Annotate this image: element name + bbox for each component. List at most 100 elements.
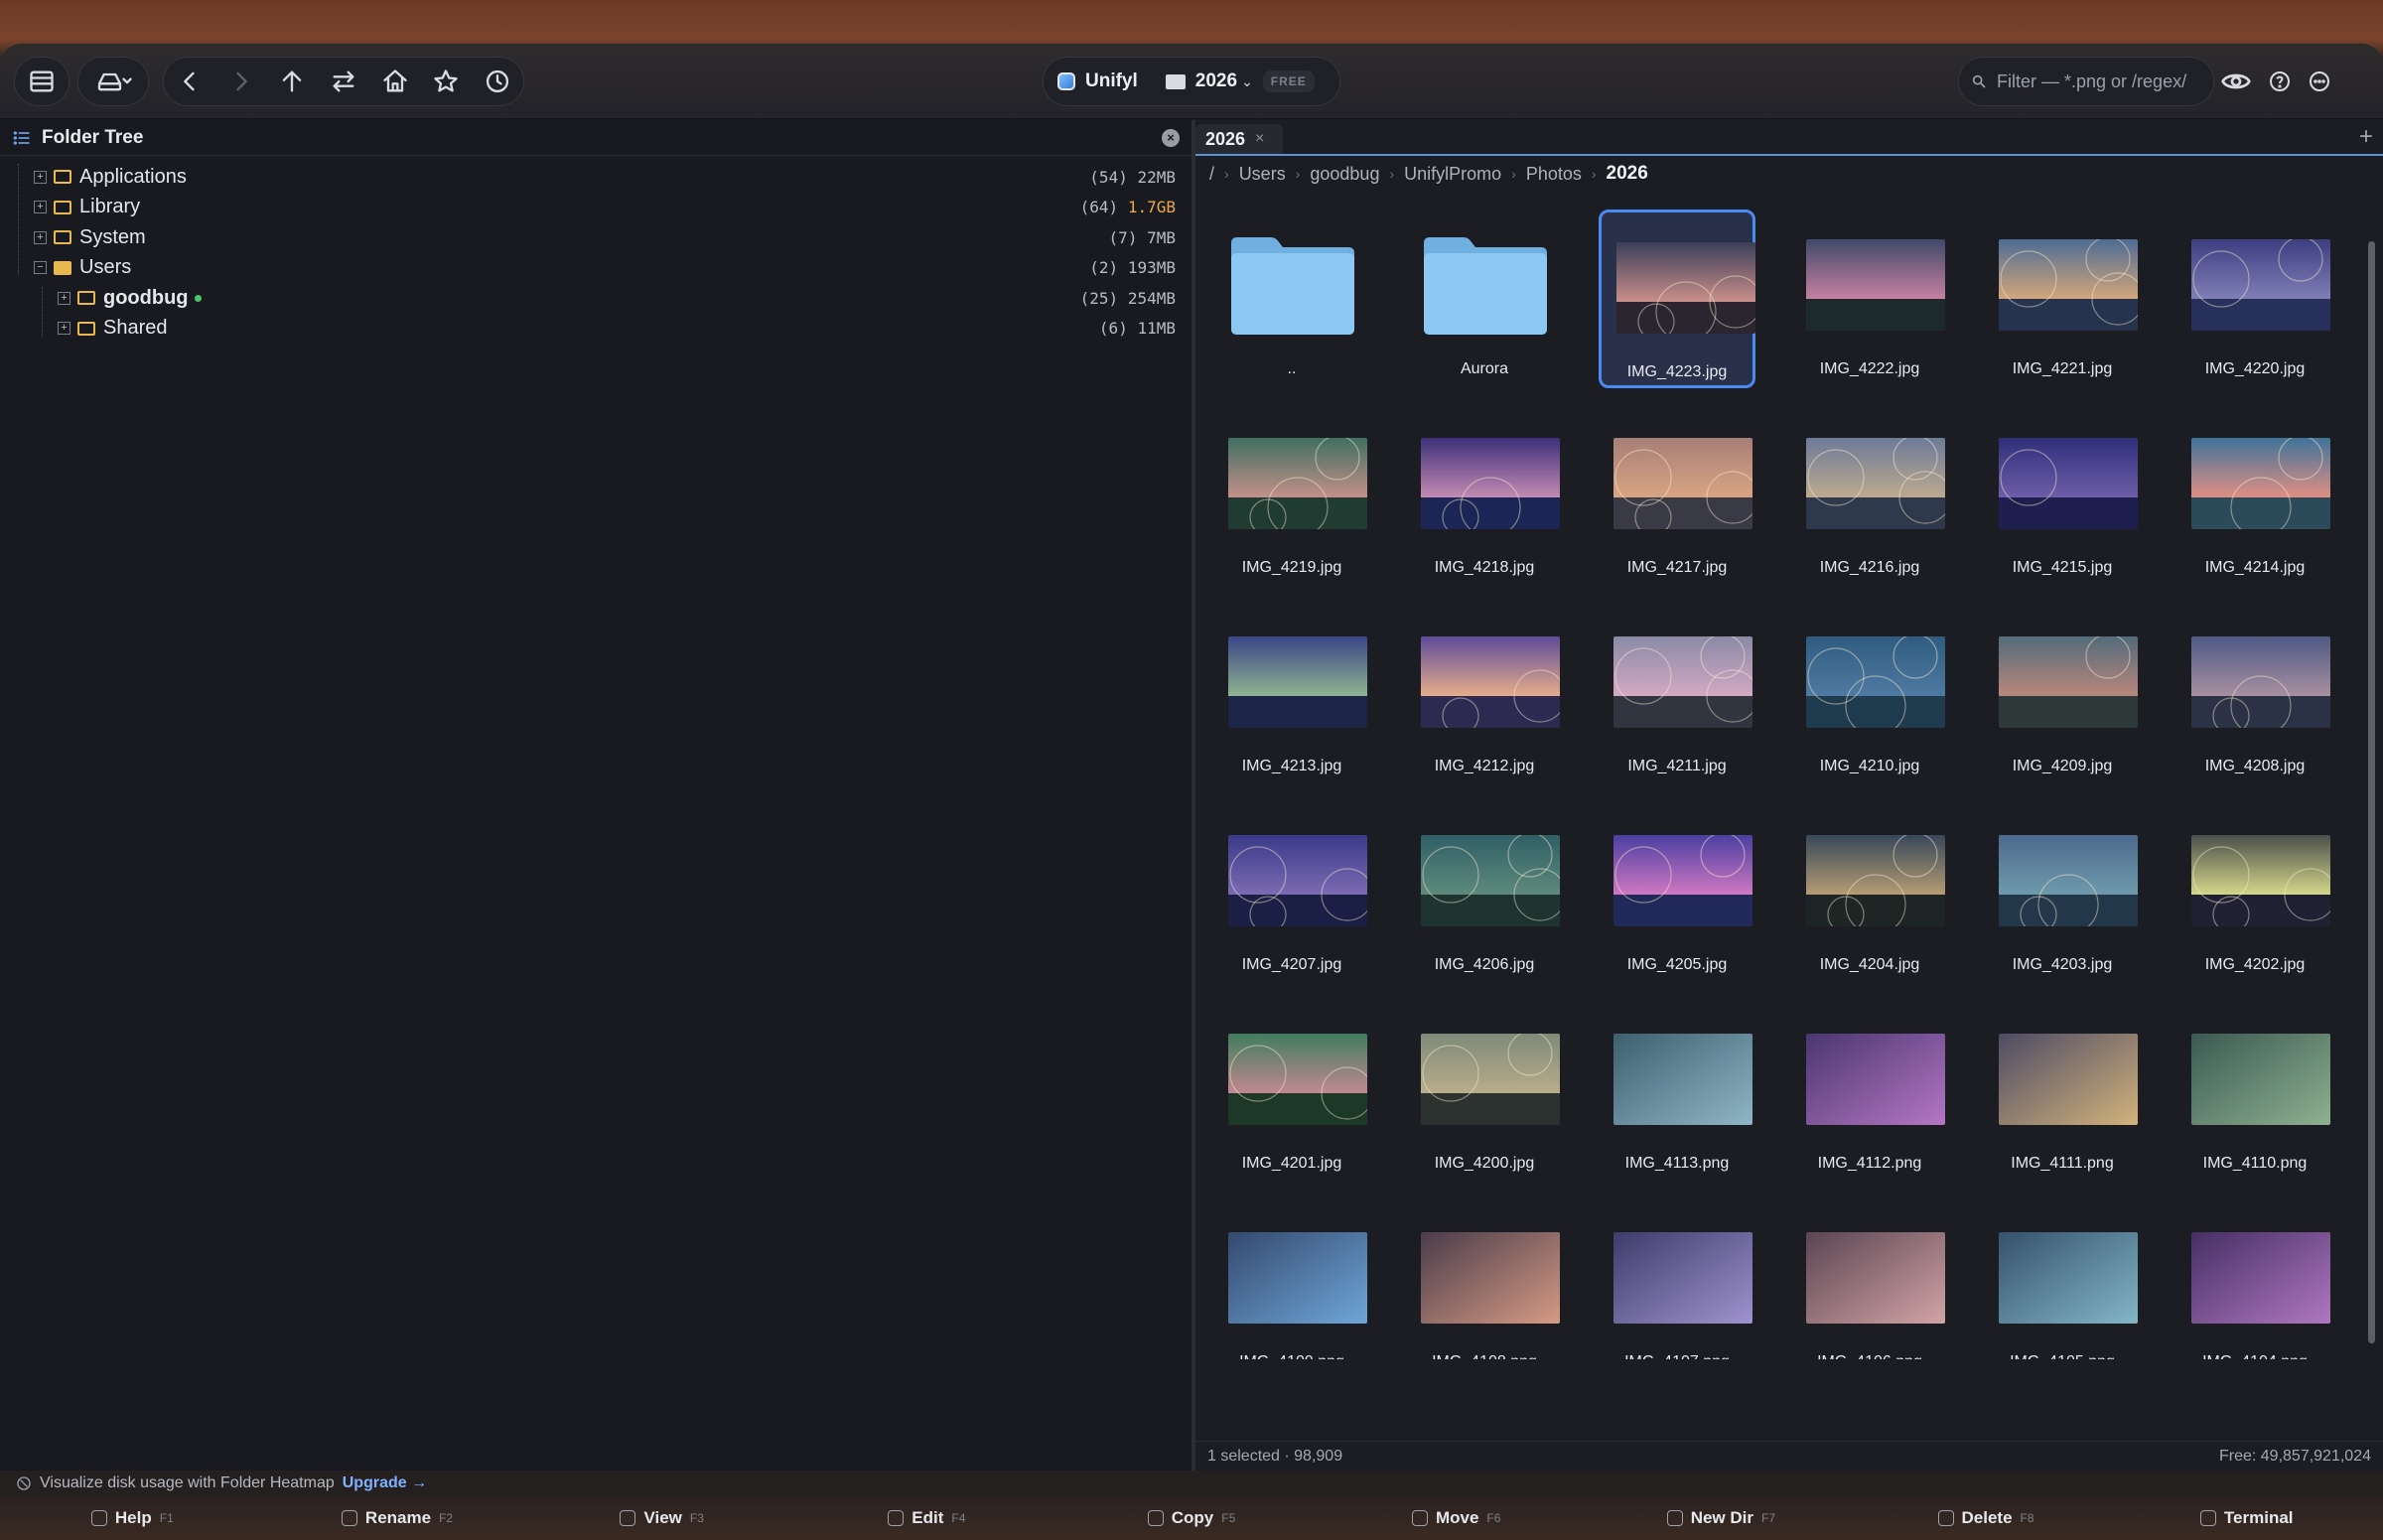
file-item[interactable]: IMG_4215.jpg	[1984, 408, 2141, 587]
file-item[interactable]: IMG_4214.jpg	[2176, 408, 2333, 587]
favorites-button[interactable]	[432, 57, 460, 106]
image-thumbnail	[1999, 835, 2138, 926]
fkey-edit-button[interactable]: Edit F4	[794, 1508, 1059, 1528]
breadcrumb-root[interactable]: /	[1209, 164, 1214, 185]
close-pane-button[interactable]: ×	[1162, 129, 1180, 147]
fkey-terminal-button[interactable]: Terminal	[2118, 1508, 2383, 1528]
close-tab-icon[interactable]: ×	[1255, 130, 1264, 148]
file-item[interactable]: IMG_4105.png	[1984, 1202, 2141, 1359]
file-item[interactable]: IMG_4109.png	[1213, 1202, 1370, 1359]
expand-toggle[interactable]: +	[34, 201, 47, 214]
file-item[interactable]: IMG_4221.jpg	[1984, 210, 2141, 388]
filter-input[interactable]	[1997, 70, 2195, 92]
star-icon	[434, 70, 459, 92]
drive-menu-button[interactable]	[78, 57, 148, 106]
file-item[interactable]: IMG_4213.jpg	[1213, 607, 1370, 785]
new-tab-button[interactable]: +	[2359, 123, 2373, 151]
breadcrumb-item[interactable]: Users	[1239, 164, 1286, 185]
fkey-label: New Dir	[1690, 1508, 1753, 1527]
home-button[interactable]	[381, 57, 409, 106]
fkey-delete-button[interactable]: Delete F8	[1854, 1508, 2119, 1528]
tree-item-applications[interactable]: + Applications (54) 22MB	[0, 162, 1192, 193]
file-item[interactable]: IMG_4204.jpg	[1791, 805, 1948, 984]
tree-item-users[interactable]: − Users (2) 193MB	[0, 253, 1192, 284]
back-button[interactable]	[176, 57, 204, 106]
tree-item-system[interactable]: + System (7) 7MB	[0, 222, 1192, 253]
file-item[interactable]: IMG_4217.jpg	[1599, 408, 1755, 587]
help-icon[interactable]	[2268, 70, 2292, 93]
file-item[interactable]: IMG_4206.jpg	[1406, 805, 1563, 984]
file-browser-pane: 2026 × + / › Users › goodbug › UnifylPromo › Pho…	[1195, 120, 2383, 1470]
history-button[interactable]	[484, 57, 511, 106]
vertical-scrollbar[interactable]	[2368, 241, 2375, 1343]
file-item[interactable]: IMG_4200.jpg	[1406, 1004, 1563, 1183]
file-item[interactable]: IMG_4107.png	[1599, 1202, 1755, 1359]
file-item[interactable]: IMG_4203.jpg	[1984, 805, 2141, 984]
upgrade-link[interactable]: Upgrade →	[343, 1474, 427, 1492]
file-item[interactable]: IMG_4220.jpg	[2176, 210, 2333, 388]
expand-toggle[interactable]: +	[34, 230, 47, 244]
file-item[interactable]: IMG_4210.jpg	[1791, 607, 1948, 785]
delete-icon	[1937, 1510, 1954, 1526]
item-count: (54)	[1089, 167, 1128, 187]
breadcrumb-item[interactable]: Photos	[1526, 164, 1582, 185]
fkey-new-dir-button[interactable]: New Dir F7	[1589, 1508, 1854, 1528]
file-item[interactable]: IMG_4216.jpg	[1791, 408, 1948, 587]
fkey-shortcut: F2	[439, 1511, 454, 1525]
breadcrumb-item[interactable]: goodbug	[1310, 164, 1379, 185]
file-item[interactable]: IMG_4219.jpg	[1213, 408, 1370, 587]
file-item[interactable]: IMG_4222.jpg	[1791, 210, 1948, 388]
tree-item-library[interactable]: + Library (64) 1.7GB	[0, 193, 1192, 223]
file-name: IMG_4208.jpg	[2204, 758, 2306, 774]
function-key-bar: Help F1 Rename F2 View F3 Edit F4 Copy F5 Move F6 Ne…	[0, 1496, 2383, 1540]
file-item[interactable]: IMG_4209.jpg	[1984, 607, 2141, 785]
file-item[interactable]: IMG_4104.png	[2176, 1202, 2333, 1359]
fkey-view-button[interactable]: View F3	[529, 1508, 794, 1528]
folder-item[interactable]: Aurora	[1406, 210, 1563, 388]
file-item[interactable]: IMG_4106.png	[1791, 1202, 1948, 1359]
file-item[interactable]: IMG_4218.jpg	[1406, 408, 1563, 587]
expand-toggle[interactable]: +	[34, 170, 47, 184]
file-item[interactable]: IMG_4205.jpg	[1599, 805, 1755, 984]
folder-icon	[1231, 237, 1354, 335]
file-item[interactable]: IMG_4207.jpg	[1213, 805, 1370, 984]
drive-menu-group	[77, 57, 149, 106]
file-item[interactable]: IMG_4202.jpg	[2176, 805, 2333, 984]
file-item[interactable]: IMG_4223.jpg	[1599, 210, 1755, 388]
app-name[interactable]: Unifyl	[1085, 70, 1138, 92]
swap-panes-button[interactable]	[330, 57, 357, 106]
promo-hint-bar: Visualize disk usage with Folder Heatmap…	[0, 1470, 2383, 1496]
current-folder-menu[interactable]: 2026	[1195, 70, 1237, 92]
more-options-icon[interactable]	[2308, 70, 2331, 93]
fkey-move-button[interactable]: Move F6	[1324, 1508, 1589, 1528]
file-item[interactable]: IMG_4110.png	[2176, 1004, 2333, 1183]
collapse-toggle[interactable]: −	[34, 261, 47, 275]
tab-2026[interactable]: 2026 ×	[1195, 124, 1283, 154]
tree-item-shared[interactable]: + Shared (6) 11MB	[0, 314, 1192, 345]
file-item[interactable]: IMG_4113.png	[1599, 1004, 1755, 1183]
file-item[interactable]: IMG_4211.jpg	[1599, 607, 1755, 785]
file-name: IMG_4215.jpg	[2012, 559, 2113, 576]
fkey-help-button[interactable]: Help F1	[0, 1508, 265, 1528]
image-thumbnail	[2191, 636, 2330, 728]
item-size: 1.7GB	[1127, 198, 1176, 217]
forward-button[interactable]	[227, 57, 255, 106]
expand-toggle[interactable]: +	[58, 291, 70, 305]
breadcrumb-item[interactable]: UnifylPromo	[1404, 164, 1501, 185]
fkey-rename-button[interactable]: Rename F2	[265, 1508, 530, 1528]
file-item[interactable]: IMG_4208.jpg	[2176, 607, 2333, 785]
file-item[interactable]: IMG_4108.png	[1406, 1202, 1563, 1359]
file-item[interactable]: IMG_4201.jpg	[1213, 1004, 1370, 1183]
file-item[interactable]: IMG_4112.png	[1791, 1004, 1948, 1183]
tree-item-goodbug[interactable]: + goodbug (25) 254MB	[0, 283, 1192, 314]
folder-item[interactable]: ..	[1213, 210, 1370, 388]
hint-text: Visualize disk usage with Folder Heatmap	[40, 1474, 335, 1491]
file-item[interactable]: IMG_4212.jpg	[1406, 607, 1563, 785]
file-item[interactable]: IMG_4111.png	[1984, 1004, 2141, 1183]
parent-folder-button[interactable]	[278, 57, 306, 106]
navigation-group	[163, 57, 524, 106]
preview-eye-icon[interactable]	[2220, 66, 2252, 97]
fkey-copy-button[interactable]: Copy F5	[1059, 1508, 1325, 1528]
expand-toggle[interactable]: +	[58, 322, 70, 336]
sidebar-toggle-button[interactable]	[15, 57, 69, 106]
